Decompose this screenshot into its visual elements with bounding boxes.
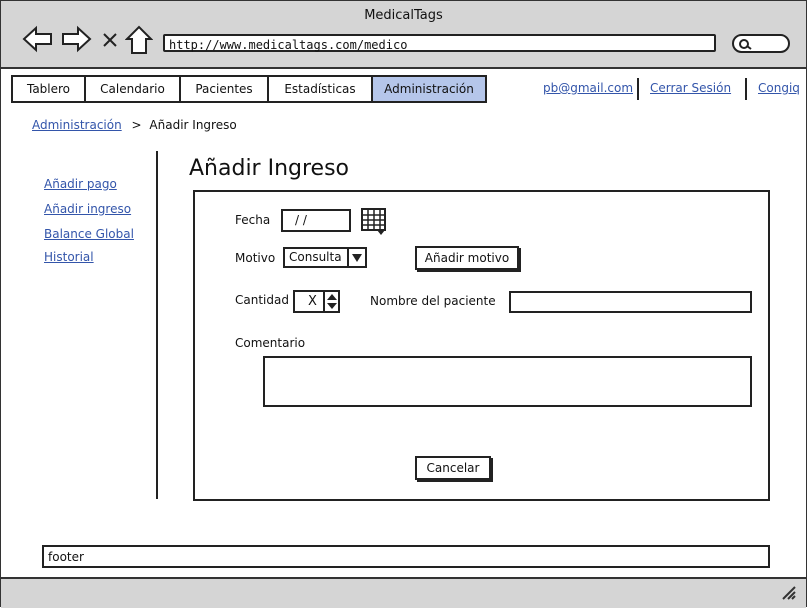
cantidad-value: X [308,294,317,309]
browser-window: MedicalTags http://www.medicaltags.com/m… [0,0,807,608]
resize-grip-icon[interactable] [780,585,798,601]
motivo-selected-value: Consulta [289,250,342,264]
sidebar-item-historial[interactable]: Historial [44,250,94,264]
divider [637,78,639,100]
back-arrow-icon[interactable] [21,25,53,53]
breadcrumb-administracion[interactable]: Administración [32,118,122,132]
address-bar[interactable]: http://www.medicaltags.com/medico [163,34,716,52]
fecha-input[interactable]: / / [281,209,351,232]
cantidad-stepper[interactable]: X [293,290,340,313]
main-nav-tabs: Tablero Calendario Pacientes Estadística… [11,75,487,103]
comentario-label: Comentario [235,336,306,350]
sidebar-divider [156,151,158,499]
add-motivo-button[interactable]: Añadir motivo [415,246,519,270]
forward-arrow-icon[interactable] [61,25,93,53]
stepper-arrows-icon[interactable] [326,293,338,310]
motivo-label: Motivo [235,251,276,265]
tab-pacientes[interactable]: Pacientes [179,75,267,103]
sidebar-item-anadir-ingreso[interactable]: Añadir ingreso [44,202,131,216]
paciente-label: Nombre del paciente [370,294,496,308]
comentario-textarea[interactable] [263,356,752,407]
stop-icon[interactable] [101,31,119,49]
home-icon[interactable] [125,25,153,55]
divider [745,78,747,100]
calendar-icon[interactable] [361,208,388,236]
user-email-link[interactable]: pb@gmail.com [543,81,633,95]
footer: footer [42,545,770,568]
cancel-button[interactable]: Cancelar [415,456,491,480]
status-bar [1,577,806,608]
tab-administracion[interactable]: Administración [371,75,487,103]
title-bar: MedicalTags http://www.medicaltags.com/m… [1,1,806,69]
chevron-down-icon [352,254,362,262]
fecha-label: Fecha [235,213,271,227]
logout-link[interactable]: Cerrar Sesión [650,81,731,95]
motivo-select[interactable]: Consulta [283,247,367,268]
breadcrumb-separator: > [131,118,142,132]
sidebar-item-anadir-pago[interactable]: Añadir pago [44,177,117,191]
breadcrumb: Administración > Añadir Ingreso [32,118,237,132]
page-title: Añadir Ingreso [189,156,350,181]
tab-calendario[interactable]: Calendario [84,75,179,103]
search-box[interactable] [732,34,790,53]
search-icon [739,39,752,50]
tab-estadisticas[interactable]: Estadísticas [267,75,371,103]
sidebar-item-balance-global[interactable]: Balance Global [44,227,134,241]
cantidad-label: Cantidad [235,293,289,307]
window-title: MedicalTags [364,8,443,23]
breadcrumb-current: Añadir Ingreso [149,118,237,132]
tab-tablero[interactable]: Tablero [11,75,84,103]
config-link[interactable]: Congiq [758,81,800,95]
paciente-input[interactable] [509,291,752,313]
